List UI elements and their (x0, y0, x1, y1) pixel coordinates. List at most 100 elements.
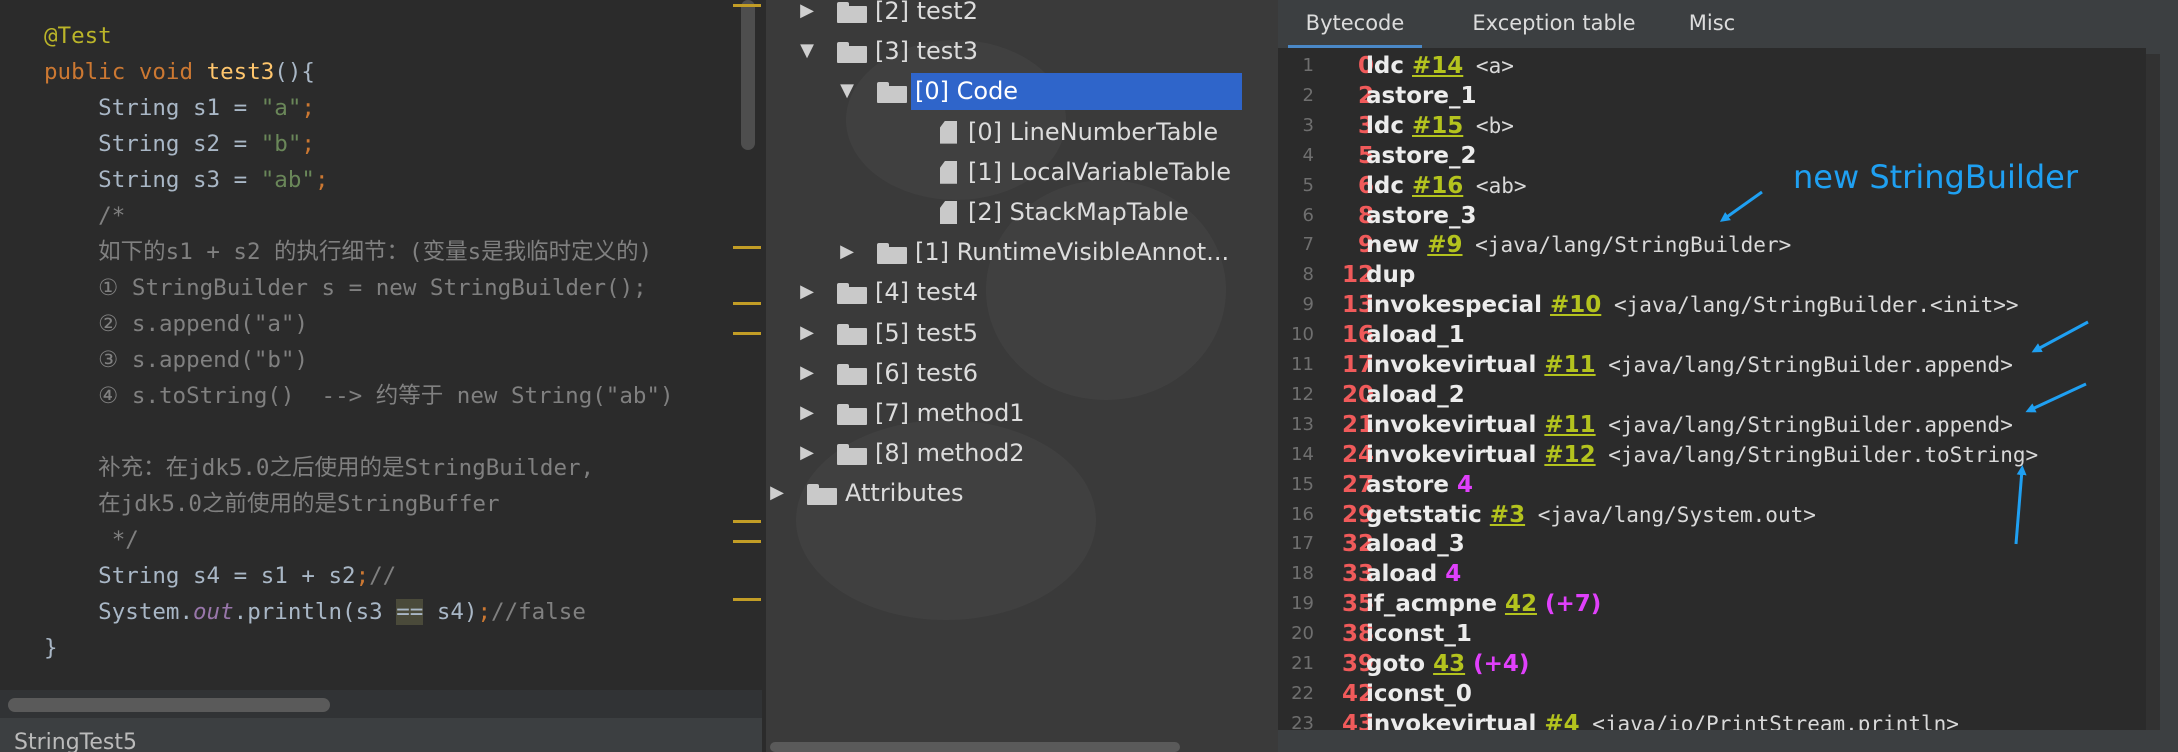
code-token: @Test (44, 23, 112, 49)
instruction-part: aload (1366, 561, 1446, 588)
expand-arrow-right-icon[interactable]: ▶ (797, 354, 817, 392)
code-line: } (44, 630, 58, 666)
gutter-marker (733, 540, 761, 543)
constant-pool-link[interactable]: #12 (1544, 442, 1595, 468)
editor-vertical-scrollbar[interactable] (741, 0, 755, 150)
instruction-part: <java/lang/StringBuilder.<init>> (1601, 293, 2019, 318)
expand-arrow-down-icon[interactable]: ▼ (797, 32, 817, 70)
line-number: 12 (1291, 383, 1314, 405)
instruction: dup (1366, 260, 1415, 291)
tree-node[interactable]: ▼ [3] test3 (766, 32, 1278, 70)
instruction-part: aload_2 (1366, 381, 1465, 408)
expand-arrow-right-icon[interactable]: ▶ (797, 273, 817, 311)
expand-arrow-right-icon[interactable]: ▶ (797, 314, 817, 352)
tree-node[interactable]: [0] LineNumberTable (766, 113, 1278, 151)
folder-icon (837, 363, 867, 385)
instruction-part: 4 (1456, 471, 1473, 498)
tree-node-label: [0] LineNumberTable (968, 117, 1219, 146)
code-line: String s3 = "ab"; (44, 162, 328, 198)
constant-pool-link[interactable]: #14 (1412, 53, 1463, 79)
constant-pool-link[interactable]: #9 (1427, 232, 1462, 258)
code-token: (){ (274, 59, 315, 85)
constant-pool-link[interactable]: 43 (1433, 651, 1465, 677)
tab-bytecode[interactable]: Bytecode (1288, 0, 1422, 48)
instruction-part: invokevirtual (1366, 710, 1545, 730)
code-line: ④ s.toString() --> 约等于 new String("ab") (44, 378, 674, 414)
code-token: String s4 = s1 + s2 (44, 563, 356, 589)
constant-pool-link[interactable]: #4 (1544, 711, 1579, 730)
tree-node[interactable]: ▶ [4] test4 (766, 273, 1278, 311)
code-token: String s2 = (44, 131, 261, 157)
tree-node[interactable]: ▼ [0] Code (766, 72, 1278, 111)
constant-pool-link[interactable]: #11 (1544, 412, 1595, 438)
tree-node[interactable]: ▶ [8] method2 (766, 434, 1278, 472)
instruction: ldc #15 <b> (1366, 111, 1514, 142)
expand-arrow-right-icon[interactable]: ▶ (797, 394, 817, 432)
file-icon (940, 120, 957, 144)
tree-node[interactable]: ▶ [1] RuntimeVisibleAnnot... (766, 233, 1278, 271)
instruction: ldc #16 <ab> (1366, 171, 1527, 202)
line-number: 3 (1302, 114, 1314, 136)
instruction-part: invokevirtual (1366, 352, 1545, 378)
instruction: invokespecial #10 <java/lang/StringBuild… (1366, 290, 2019, 321)
expand-arrow-down-icon[interactable]: ▼ (837, 72, 857, 110)
tree-node-label: [0] Code (915, 77, 1019, 106)
constant-pool-link[interactable]: #16 (1412, 173, 1463, 199)
line-number: 2 (1302, 84, 1314, 106)
line-number: 23 (1291, 712, 1314, 730)
instruction: astore_1 (1366, 81, 1476, 112)
instruction-part: <java/io/PrintStream.println> (1579, 711, 1959, 730)
instruction: aload_3 (1366, 529, 1465, 560)
instruction: iconst_0 (1366, 679, 1472, 710)
instruction-part: if_acmpne (1366, 591, 1505, 618)
tree-node-label: [1] LocalVariableTable (968, 157, 1232, 186)
tree-node[interactable]: [2] StackMapTable (766, 193, 1278, 231)
tree-node[interactable]: ▶ [7] method1 (766, 394, 1278, 432)
tree-node[interactable]: ▶ Attributes (766, 474, 1278, 512)
constant-pool-link[interactable]: #11 (1544, 352, 1595, 378)
instruction: invokevirtual #4 <java/io/PrintStream.pr… (1366, 709, 1959, 730)
expand-arrow-right-icon[interactable]: ▶ (797, 0, 817, 30)
instruction-part: ldc (1366, 53, 1412, 79)
bytecode-vertical-scrollbar[interactable] (2146, 54, 2160, 734)
line-number: 9 (1302, 294, 1314, 316)
code-token: ; (314, 167, 329, 193)
tree-node[interactable]: ▶ [5] test5 (766, 314, 1278, 352)
editor-horizontal-scrollbar[interactable] (8, 698, 330, 712)
bytecode-listing[interactable]: 1 0 ldc #14 <a> 2 2 astore_1 3 3 ldc #15 <b> 4 5 as… (1278, 48, 2146, 730)
tree-node[interactable]: ▶ [2] test2 (766, 0, 1278, 30)
constant-pool-link[interactable]: #3 (1490, 502, 1525, 528)
expand-arrow-right-icon[interactable]: ▶ (837, 233, 857, 271)
instruction-part: astore_2 (1366, 142, 1477, 169)
tree-node-label: [2] test2 (875, 0, 978, 25)
expand-arrow-right-icon[interactable]: ▶ (797, 434, 817, 472)
tab-misc[interactable]: Misc (1672, 0, 1752, 48)
folder-icon (837, 404, 867, 425)
instruction-part: astore (1366, 471, 1457, 498)
code-token: String s3 = (44, 167, 261, 193)
instruction-part: <ab> (1463, 173, 1527, 198)
constant-pool-link[interactable]: #10 (1550, 292, 1601, 318)
folder-icon (837, 42, 867, 64)
code-token: System. (44, 599, 194, 625)
tab-exception-table[interactable]: Exception table (1454, 0, 1654, 48)
tree-node[interactable]: [1] LocalVariableTable (766, 153, 1278, 191)
code-editor[interactable]: @Test public void test3(){ String s1 = "a… (0, 0, 762, 752)
code-token: ④ s.toString() --> 约等于 new String("ab") (44, 383, 674, 409)
code-token: */ (44, 527, 139, 553)
expand-arrow-right-icon[interactable]: ▶ (767, 474, 787, 512)
bytecode-tabs: Bytecode Exception table Misc (1278, 0, 2178, 48)
gutter-marker (733, 598, 761, 601)
constant-pool-link[interactable]: #15 (1412, 113, 1463, 139)
instruction-part: goto (1366, 651, 1434, 677)
line-number: 17 (1291, 533, 1314, 555)
code-token: ③ s.append("b") (44, 347, 309, 373)
class-structure-tree[interactable]: ▶ [2] test2 ▼ [3] test3 ▼ [0] Code [0] LineNum… (762, 0, 1278, 752)
tree-node[interactable]: ▶ [6] test6 (766, 354, 1278, 392)
instruction: goto 43 (+4) (1366, 649, 1529, 680)
tree-horizontal-scrollbar[interactable] (770, 742, 1180, 752)
line-number: 11 (1291, 354, 1314, 375)
constant-pool-link[interactable]: 42 (1505, 591, 1537, 617)
instruction-part: <java/lang/StringBuilder.append> (1595, 353, 2013, 377)
instruction-part: astore_1 (1366, 82, 1477, 109)
